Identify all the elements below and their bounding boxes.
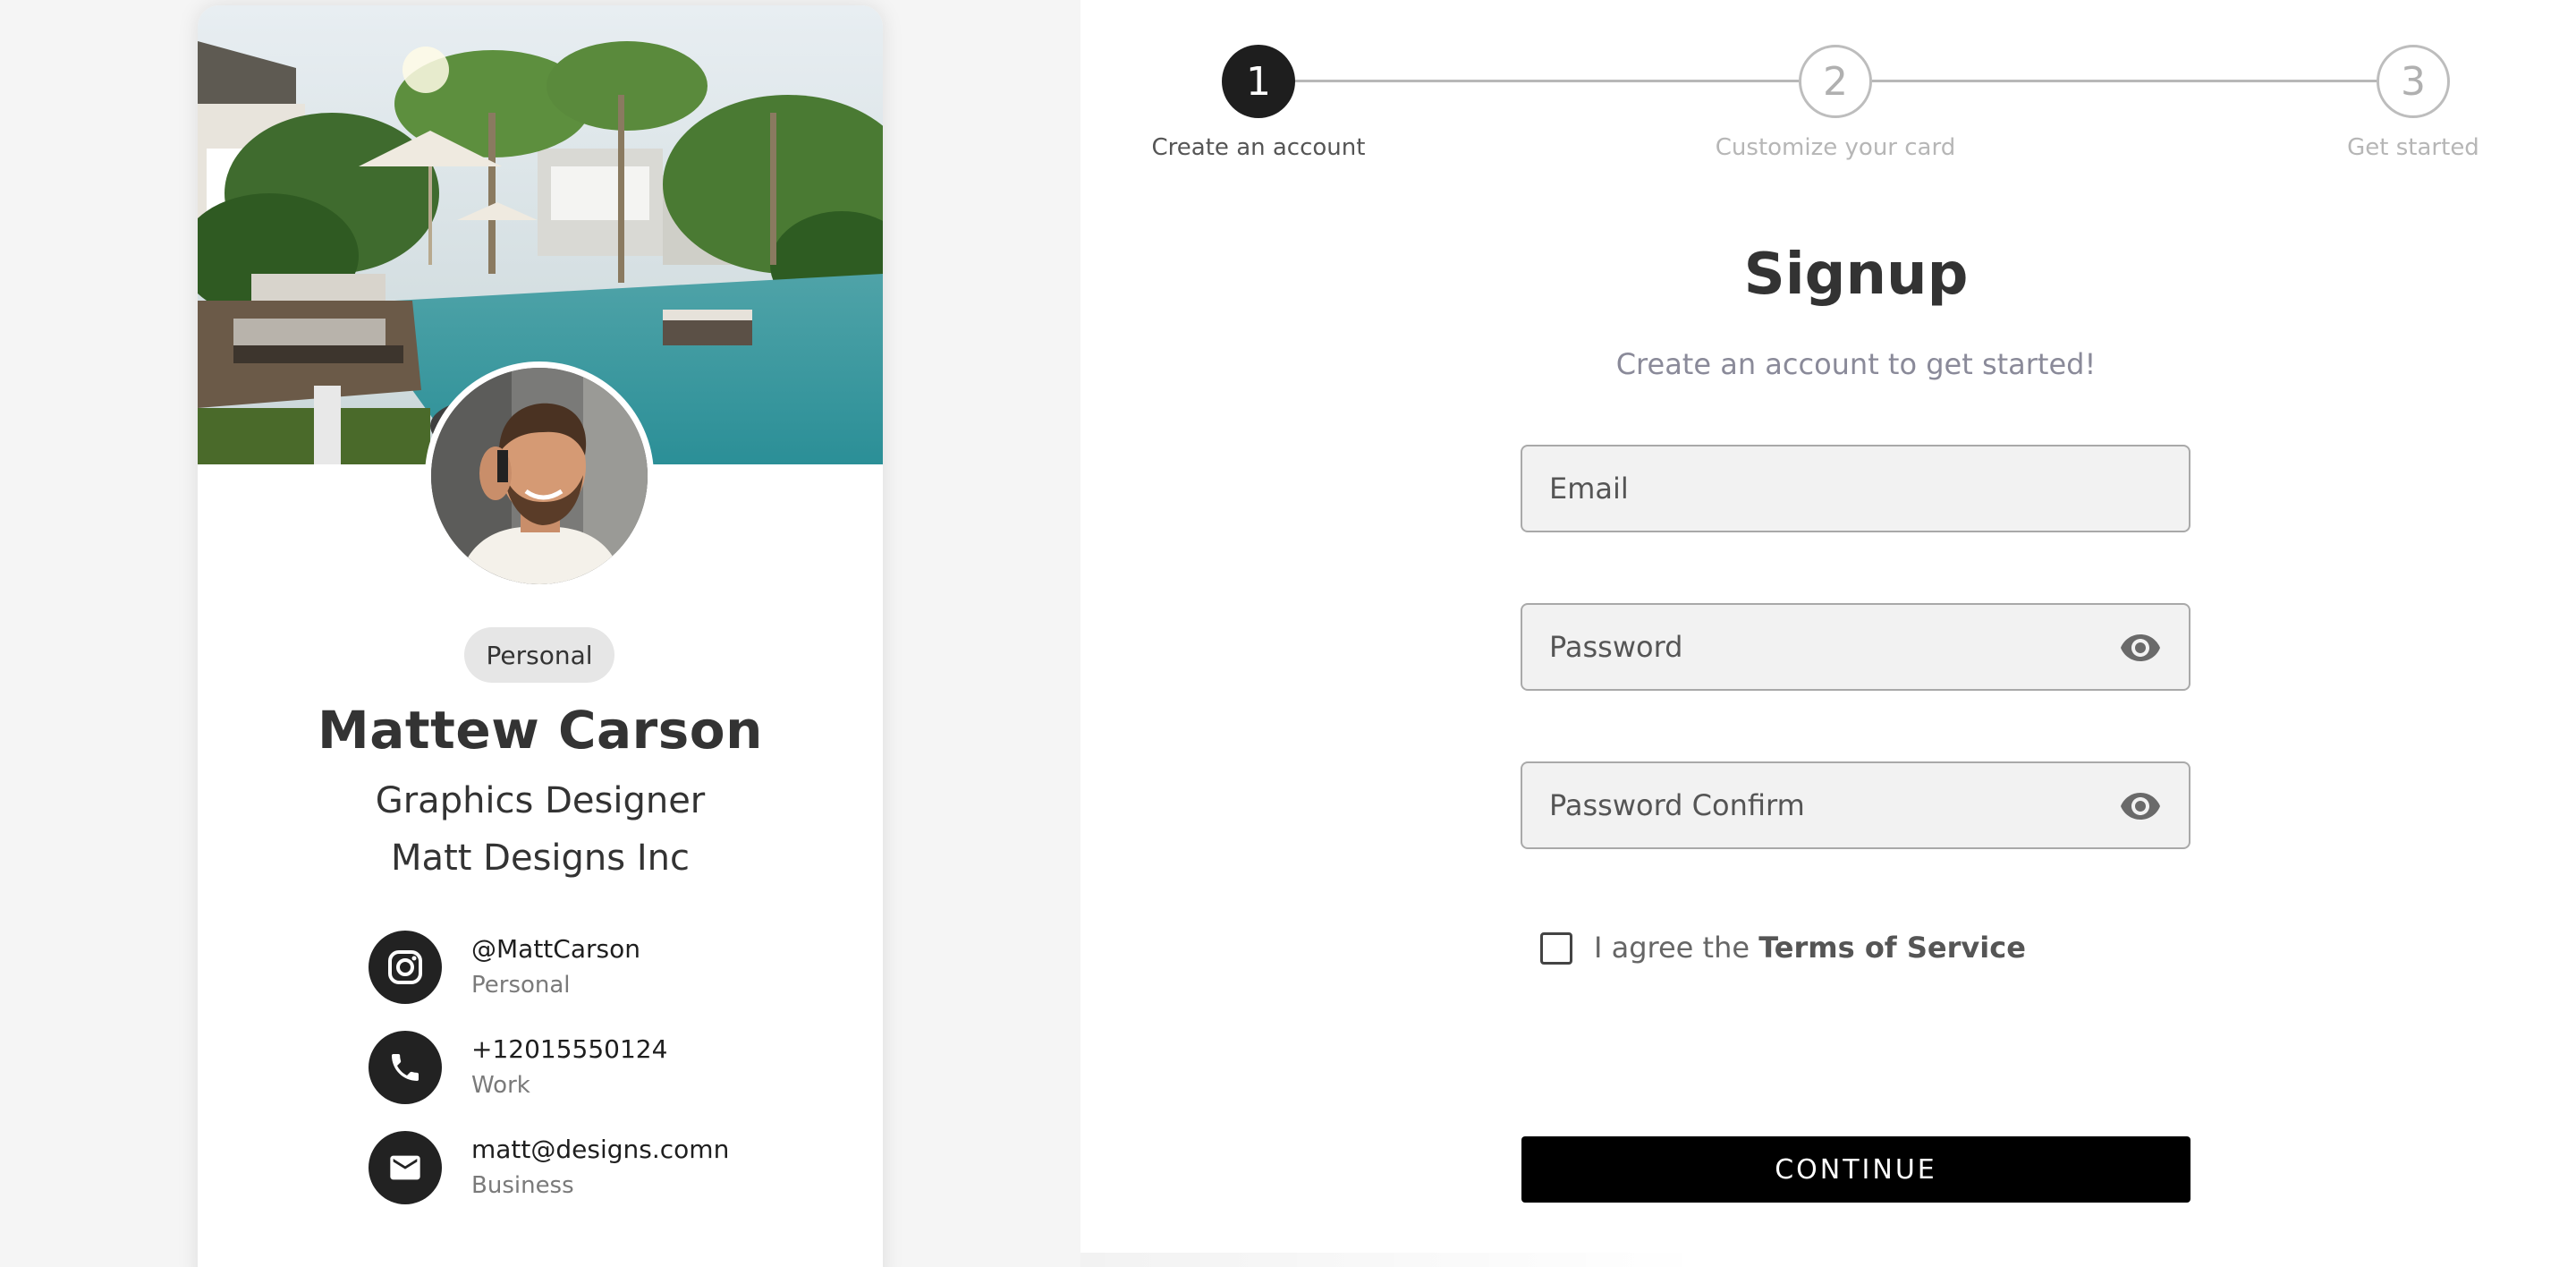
contact-value: +12015550124 [471,1034,668,1064]
step-1-indicator[interactable]: 1 [1222,45,1295,118]
show-password-confirm-icon[interactable] [2119,787,2162,826]
page-subtitle: Create an account to get started! [1615,347,2097,381]
terms-of-service-link[interactable]: Terms of Service [1758,931,2026,965]
show-password-icon[interactable] [2119,628,2162,668]
contact-value: matt@designs.comn [471,1135,730,1164]
panel-shadow [1080,1253,1707,1267]
step-3-label: Get started [2347,134,2479,161]
step-connector [1872,80,2377,82]
contact-value: @MattCarson [471,934,640,964]
contact-item-phone[interactable]: +12015550124 Work [369,1031,834,1106]
terms-prefix: I agree the [1594,931,1759,965]
contact-label: Work [471,1072,530,1099]
step-1-label: Create an account [1151,134,1366,161]
password-confirm-input[interactable] [1549,763,2122,847]
continue-button[interactable]: CONTINUE [1521,1136,2190,1203]
contact-label: Business [471,1172,574,1199]
profile-job-title: Graphics Designer [375,780,706,821]
email-field [1521,445,2190,532]
email-icon [369,1131,442,1204]
profile-preview-panel: Personal Mattew Carson Graphics Designer… [0,0,1080,1267]
profile-type-badge: Personal [464,627,614,683]
password-confirm-field [1521,761,2190,849]
instagram-icon [369,931,442,1004]
avatar [425,361,654,591]
step-connector [1294,80,1799,82]
contact-item-instagram[interactable]: @MattCarson Personal [369,931,834,1006]
step-3-indicator[interactable]: 3 [2377,45,2450,118]
page-title: Signup [1743,242,1969,308]
password-input[interactable] [1549,605,2122,689]
phone-icon [369,1031,442,1104]
step-2-label: Customize your card [1715,134,1956,161]
profile-name: Mattew Carson [318,700,763,761]
contact-label: Personal [471,972,571,999]
terms-agreement: I agree the Terms of Service [1540,929,2166,968]
email-input[interactable] [1549,446,2122,531]
profile-company: Matt Designs Inc [391,838,690,879]
terms-checkbox[interactable] [1540,932,1572,965]
step-2-indicator[interactable]: 2 [1799,45,1872,118]
contact-item-email[interactable]: matt@designs.comn Business [369,1131,834,1206]
profile-card: Personal Mattew Carson Graphics Designer… [198,5,883,1267]
password-field [1521,603,2190,691]
terms-text: I agree the Terms of Service [1594,931,2026,965]
